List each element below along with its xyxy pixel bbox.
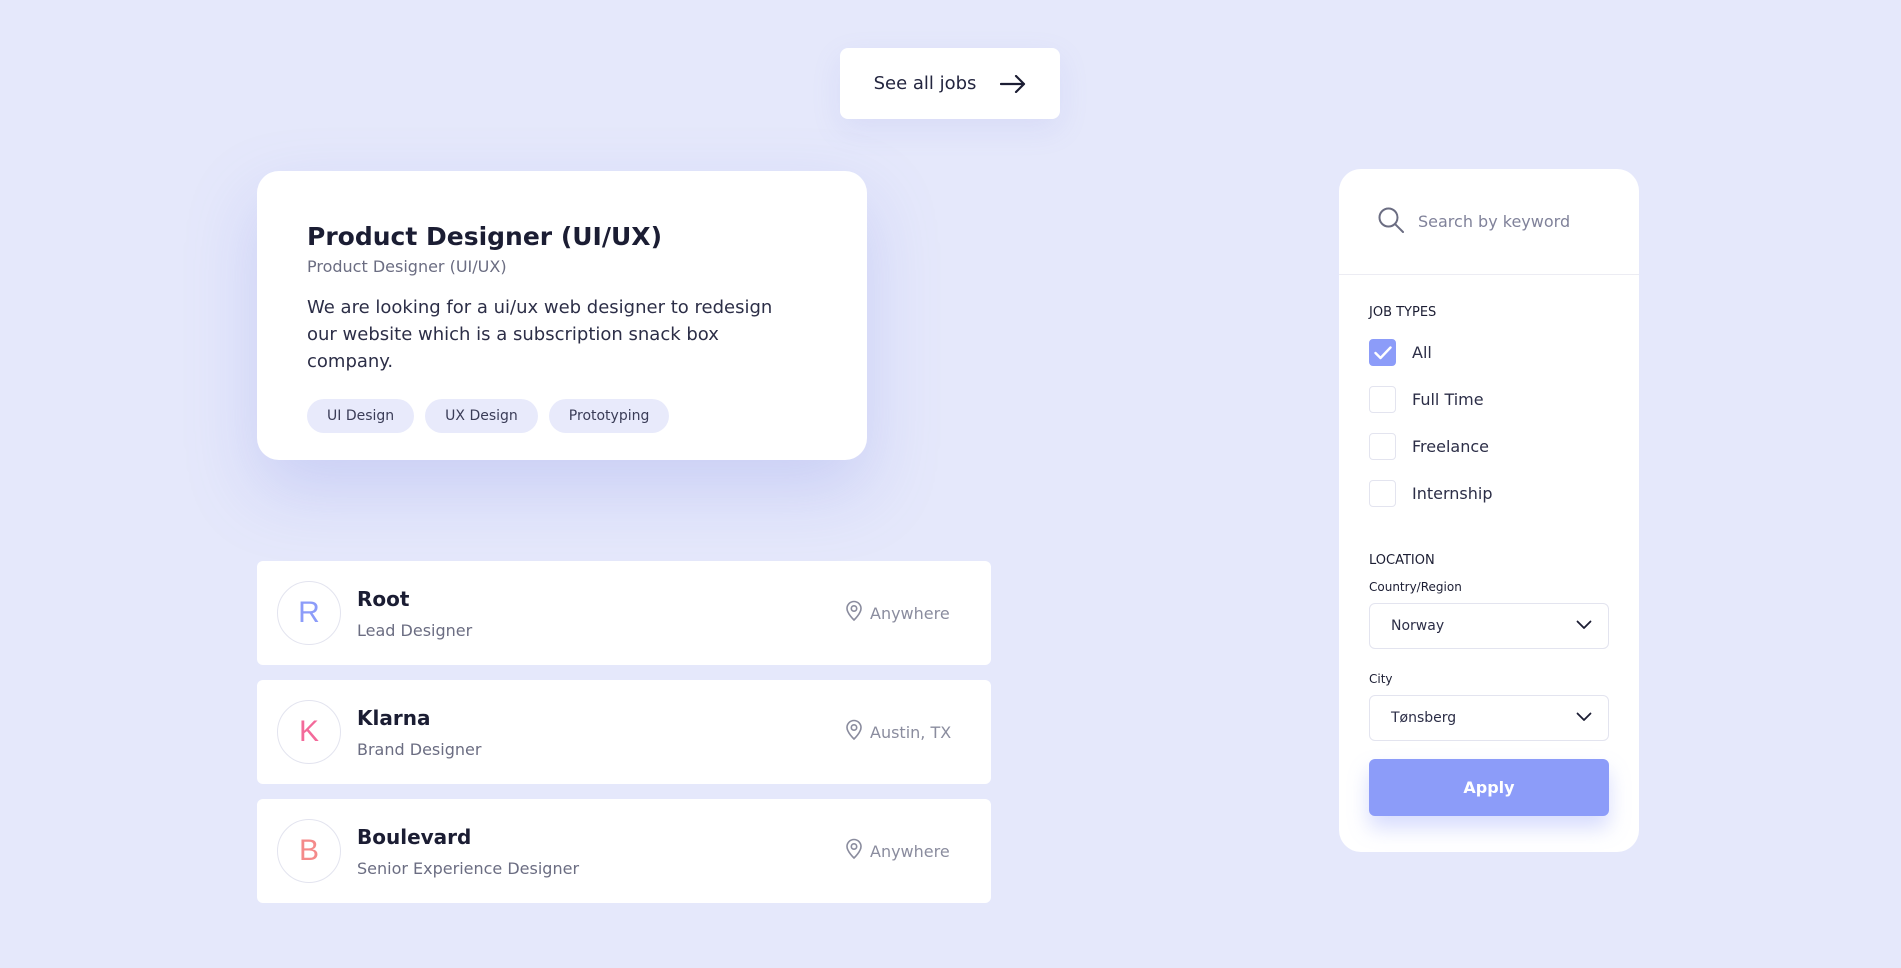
checkmark-icon (1373, 345, 1392, 359)
company-avatar: R (277, 581, 341, 645)
company-name: Klarna (357, 705, 431, 730)
job-type-full-time[interactable]: Full Time (1369, 376, 1639, 423)
location-pin-icon (844, 719, 864, 745)
company-name: Boulevard (357, 824, 472, 849)
filter-panel: JOB TYPES All Full Time Freelance Intern… (1339, 169, 1639, 852)
avatar-initial: K (298, 715, 319, 748)
location-text: Austin, TX (870, 722, 952, 742)
job-type-label: Freelance (1412, 437, 1489, 456)
job-location: Austin, TX (844, 680, 951, 784)
featured-job-subtitle: Product Designer (UI/UX) (307, 257, 507, 276)
city-value: Tønsberg (1391, 710, 1457, 726)
location-text: Anywhere (870, 841, 950, 861)
search-icon (1376, 205, 1406, 239)
job-role: Lead Designer (357, 620, 473, 640)
company-name: Root (357, 586, 410, 611)
tag-prototyping[interactable]: Prototyping (548, 399, 670, 433)
city-label: City (1369, 672, 1393, 686)
job-type-label: All (1412, 343, 1432, 362)
job-type-internship[interactable]: Internship (1369, 470, 1639, 517)
location-pin-icon (844, 838, 864, 864)
featured-job-card[interactable]: Product Designer (UI/UX) Product Designe… (257, 171, 867, 460)
job-type-label: Full Time (1412, 390, 1484, 409)
checkbox-freelance[interactable] (1369, 433, 1396, 460)
location-heading: LOCATION (1369, 553, 1435, 568)
job-row-klarna[interactable]: K Klarna Brand Designer Austin, TX (257, 680, 991, 784)
tag-ux-design[interactable]: UX Design (425, 399, 538, 433)
chevron-down-icon (1576, 618, 1592, 634)
job-location: Anywhere (844, 561, 950, 665)
featured-job-title: Product Designer (UI/UX) (307, 222, 662, 251)
avatar-initial: B (298, 834, 319, 867)
company-avatar: K (277, 700, 341, 764)
job-role: Brand Designer (357, 739, 482, 759)
job-location: Anywhere (844, 799, 950, 903)
job-types-list: All Full Time Freelance Internship (1339, 329, 1639, 517)
city-select[interactable]: Tønsberg (1369, 695, 1609, 741)
chevron-down-icon (1576, 710, 1592, 726)
job-role: Senior Experience Designer (357, 858, 580, 878)
location-text: Anywhere (870, 603, 950, 623)
job-types-heading: JOB TYPES (1369, 305, 1437, 320)
job-type-label: Internship (1412, 484, 1493, 503)
checkbox-full-time[interactable] (1369, 386, 1396, 413)
checkbox-all[interactable] (1369, 339, 1396, 366)
job-board-page: See all jobs Product Designer (UI/UX) Pr… (0, 0, 1901, 968)
apply-button[interactable]: Apply (1369, 759, 1609, 816)
job-type-all[interactable]: All (1369, 329, 1639, 376)
avatar-initial: R (298, 596, 320, 629)
job-row-boulevard[interactable]: B Boulevard Senior Experience Designer A… (257, 799, 991, 903)
featured-job-description: We are looking for a ui/ux web designer … (307, 297, 773, 372)
job-row-root[interactable]: R Root Lead Designer Anywhere (257, 561, 991, 665)
country-select[interactable]: Norway (1369, 603, 1609, 649)
search-input[interactable] (1418, 212, 1618, 231)
featured-job-tags: UI Design UX Design Prototyping (307, 399, 817, 433)
arrow-right-icon (1000, 74, 1026, 93)
tag-ui-design[interactable]: UI Design (307, 399, 415, 433)
country-label: Country/Region (1369, 580, 1462, 594)
see-all-jobs-button[interactable]: See all jobs (840, 48, 1060, 119)
checkbox-internship[interactable] (1369, 480, 1396, 507)
company-avatar: B (277, 819, 341, 883)
country-value: Norway (1391, 618, 1445, 634)
search-bar (1339, 169, 1639, 275)
location-pin-icon (844, 600, 864, 626)
job-type-freelance[interactable]: Freelance (1369, 423, 1639, 470)
see-all-jobs-label: See all jobs (873, 73, 977, 94)
